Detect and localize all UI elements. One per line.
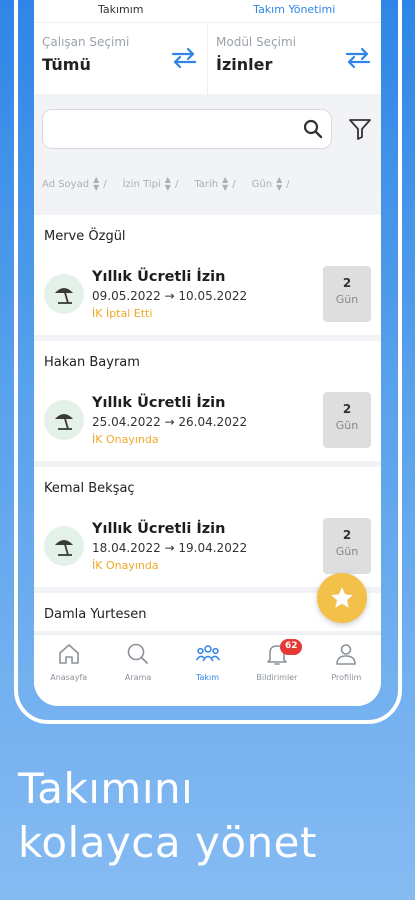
day-unit: Gün [335, 545, 359, 558]
nav-search[interactable]: Arama [103, 641, 172, 682]
day-unit: Gün [335, 419, 359, 432]
top-tabs: Takımım Takım Yönetimi [34, 0, 381, 22]
promo-headline: Takımını kolayca yönet [18, 762, 317, 870]
profile-icon [336, 644, 357, 665]
day-count: 2 [342, 528, 352, 542]
employee-name: Kemal Bekşaç [44, 481, 135, 496]
star-icon [331, 587, 353, 608]
sort-header: Ad Soyad ▲ ▼ / İzin Tipi ▲ ▼ / Tarih ▲ ▼ / … [34, 150, 381, 218]
sort-leave-type[interactable]: İzin Tipi ▲ ▼ / [123, 176, 179, 192]
search-input[interactable] [42, 109, 332, 149]
list-item[interactable]: Hakan Bayram Yıllık Ücretli İzin 25.04.2… [34, 341, 381, 461]
filter-icon[interactable] [348, 117, 372, 141]
search-row [34, 94, 381, 150]
day-count-badge: 2 Gün [323, 518, 371, 574]
leave-status: İK İptal Etti [92, 306, 153, 320]
app-screen: Takımım Takım Yönetimi Çalışan Seçimi Tü… [34, 0, 381, 706]
sort-arrows-icon: ▲ ▼ [222, 175, 229, 192]
sort-days-label: Gün [251, 178, 273, 190]
module-selector[interactable]: Modül Seçimi İzinler [207, 23, 381, 94]
search-icon [127, 643, 149, 664]
sort-date-label: Tarih [194, 178, 219, 190]
notification-count-badge: 62 [280, 639, 303, 655]
nav-search-label: Arama [124, 673, 152, 682]
search-icon[interactable] [303, 119, 323, 139]
favorites-button[interactable] [317, 573, 367, 623]
day-unit: Gün [335, 293, 359, 306]
sort-arrows-icon: ▲ ▼ [164, 175, 171, 192]
nav-profile-label: Profilim [331, 673, 362, 682]
nav-team-label: Takım [195, 673, 220, 682]
beach-umbrella-icon [44, 274, 84, 314]
swap-icon[interactable] [345, 47, 371, 69]
day-count-badge: 2 Gün [323, 266, 371, 322]
headline-line-2: kolayca yönet [18, 818, 317, 867]
sort-days[interactable]: Gün ▲ ▼ / [252, 176, 290, 192]
tab-team[interactable]: Takımım [34, 0, 208, 16]
day-count: 2 [342, 276, 352, 290]
beach-umbrella-icon [44, 400, 84, 440]
day-count: 2 [342, 402, 352, 416]
nav-notifications-label: Bildirimler [256, 673, 298, 682]
beach-umbrella-icon [44, 526, 84, 566]
leave-dates: 18.04.2022 → 19.04.2022 [92, 540, 248, 555]
nav-notifications[interactable]: 62 Bildirimler [242, 639, 311, 682]
tab-team-management[interactable]: Takım Yönetimi [208, 0, 382, 16]
leave-type: Yıllık Ücretli İzin [92, 520, 226, 537]
sort-leave-type-label: İzin Tipi [122, 178, 161, 190]
selector-bar: Çalışan Seçimi Tümü Modül Seçimi İzinler [34, 22, 381, 94]
list-item[interactable]: Kemal Bekşaç Yıllık Ücretli İzin 18.04.2… [34, 467, 381, 587]
sort-arrows-icon: ▲ ▼ [93, 175, 100, 192]
team-icon [195, 645, 220, 662]
nav-team[interactable]: Takım [173, 641, 242, 682]
nav-profile[interactable]: Profilim [312, 641, 381, 682]
leave-dates: 25.04.2022 → 26.04.2022 [92, 414, 248, 429]
leave-type: Yıllık Ücretli İzin [92, 394, 226, 411]
employee-name: Merve Özgül [44, 229, 126, 244]
list-item[interactable]: Merve Özgül Yıllık Ücretli İzin 09.05.20… [34, 215, 381, 335]
home-icon [58, 644, 79, 664]
day-count-badge: 2 Gün [323, 392, 371, 448]
employee-selector[interactable]: Çalışan Seçimi Tümü [34, 23, 207, 94]
sort-arrows-icon: ▲ ▼ [276, 175, 283, 192]
sort-name-label: Ad Soyad [42, 178, 90, 190]
nav-home[interactable]: Anasayfa [34, 641, 103, 682]
nav-home-label: Anasayfa [50, 673, 88, 682]
sort-date[interactable]: Tarih ▲ ▼ / [194, 176, 235, 192]
swap-icon[interactable] [171, 47, 197, 69]
leave-type: Yıllık Ücretli İzin [92, 268, 226, 285]
leave-dates: 09.05.2022 → 10.05.2022 [92, 288, 248, 303]
headline-line-1: Takımını [18, 764, 194, 813]
leave-status: İK Onayında [92, 432, 159, 446]
employee-name: Hakan Bayram [44, 355, 140, 370]
sort-name[interactable]: Ad Soyad ▲ ▼ / [42, 176, 107, 192]
leave-list: Merve Özgül Yıllık Ücretli İzin 09.05.20… [34, 215, 381, 637]
leave-status: İK Onayında [92, 558, 159, 572]
bottom-navigation: Anasayfa Arama Takım 62 Bildirimler Prof… [34, 634, 381, 706]
